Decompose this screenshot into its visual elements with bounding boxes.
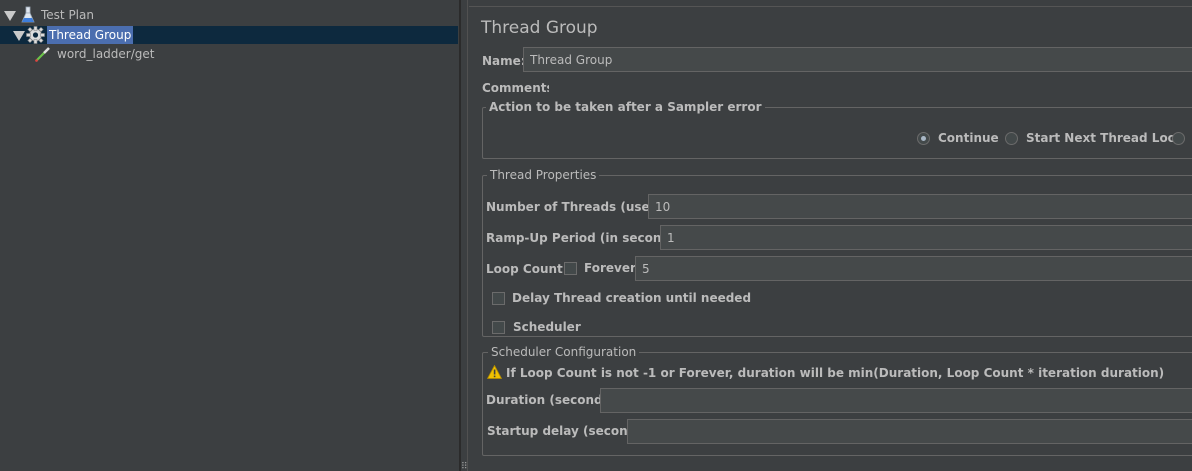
tree-item-label: Test Plan [41,8,94,22]
scheduler-checkbox[interactable] [492,321,505,334]
split-pane-divider[interactable] [460,0,468,471]
threads-field[interactable] [648,194,1192,219]
scheduler-label[interactable]: Scheduler [513,320,581,334]
warning-icon [486,364,503,382]
rampup-label: Ramp-Up Period (in seconds): [486,231,688,245]
jmeter-window: Test Plan Thread Group word_ladder/get ⠿… [0,0,1192,471]
continue-radio[interactable] [917,132,930,145]
scheduler-config-title: Scheduler Configuration [488,345,640,359]
scheduler-config-group: Scheduler Configuration If Loop Count is… [482,345,1192,456]
startup-delay-field[interactable] [627,419,1192,444]
tree-item-label: word_ladder/get [57,47,155,61]
scheduler-warning-text: If Loop Count is not -1 or Forever, dura… [506,366,1165,380]
expand-triangle-icon[interactable] [4,11,16,21]
name-field[interactable] [523,47,1192,72]
comments-field[interactable] [549,79,1192,97]
startup-delay-label: Startup delay (seconds) [487,424,649,438]
thread-group-panel: Thread Group Name: Comments: Action to b… [469,6,1192,471]
continue-label[interactable]: Continue [938,131,999,145]
radio-selected-dot [921,136,926,141]
comments-label: Comments: [482,81,559,95]
loop-count-label: Loop Count: [486,262,568,276]
tree-item-test-plan[interactable]: Test Plan [0,6,458,24]
name-label: Name: [482,54,526,68]
duration-field[interactable] [600,388,1192,413]
test-plan-tree: Test Plan Thread Group word_ladder/get [0,0,460,471]
delay-thread-checkbox[interactable] [492,292,505,305]
forever-label[interactable]: Forever [584,261,636,275]
thread-properties-group: Thread Properties Number of Threads (use… [482,168,1192,337]
sampler-error-title: Action to be taken after a Sampler error [486,100,765,114]
start-next-loop-radio[interactable] [1005,132,1018,145]
duration-label: Duration (seconds) [486,393,616,407]
tree-item-label: Thread Group [47,26,134,44]
loop-count-field[interactable] [635,256,1192,281]
forever-checkbox[interactable] [564,262,577,275]
start-next-loop-label[interactable]: Start Next Thread Loop [1026,131,1185,145]
tree-item-sampler[interactable]: word_ladder/get [0,45,458,63]
divider-grip-icon[interactable]: ⠿ [461,463,468,471]
tree-item-thread-group[interactable]: Thread Group [0,26,458,44]
page-title: Thread Group [481,18,598,38]
sampler-error-group: Action to be taken after a Sampler error… [482,100,1192,159]
pipette-icon [34,45,52,68]
thread-properties-title: Thread Properties [487,168,600,182]
delay-thread-label[interactable]: Delay Thread creation until needed [512,291,751,305]
rampup-field[interactable] [660,225,1192,250]
stop-thread-radio[interactable] [1172,132,1185,145]
expand-triangle-icon[interactable] [13,31,25,41]
threads-label: Number of Threads (users): [486,200,674,214]
